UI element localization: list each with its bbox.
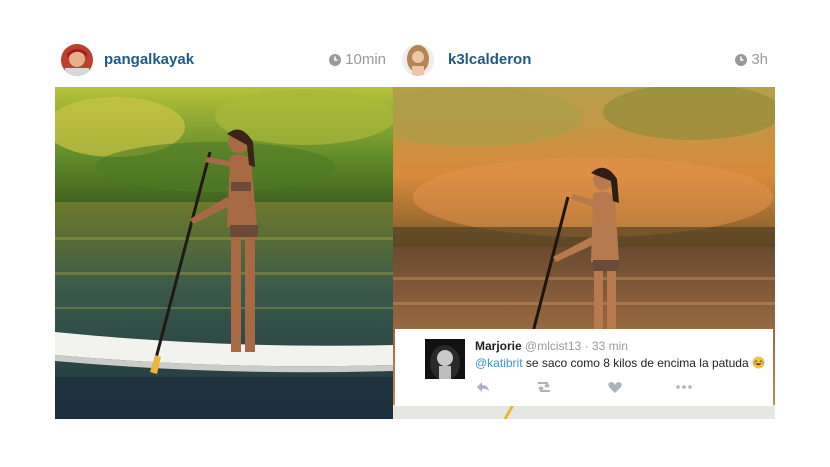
reply-icon[interactable] bbox=[475, 378, 491, 396]
post-header: pangalkayak 10min bbox=[55, 40, 393, 80]
tweet-handle[interactable]: @mlcist13 bbox=[525, 339, 581, 353]
tweet-time[interactable]: 33 min bbox=[592, 339, 628, 353]
post-photo[interactable]: Marjorie @mlcist13 · 33 min @katibrit se… bbox=[393, 87, 775, 419]
time-label: 10min bbox=[345, 51, 386, 68]
user-avatar[interactable] bbox=[402, 44, 434, 76]
user-avatar[interactable] bbox=[61, 44, 93, 76]
more-icon[interactable] bbox=[675, 378, 693, 396]
tweet-actions bbox=[475, 378, 705, 396]
username[interactable]: k3lcalderon bbox=[448, 51, 531, 68]
clock-icon bbox=[735, 53, 748, 66]
post-header: k3lcalderon 3h bbox=[393, 40, 775, 80]
tweet-separator: · bbox=[584, 339, 589, 353]
timestamp: 10min bbox=[328, 51, 386, 68]
tweet-avatar[interactable] bbox=[425, 339, 465, 379]
tweet-mention[interactable]: @katibrit bbox=[475, 356, 523, 370]
username[interactable]: pangalkayak bbox=[104, 51, 194, 68]
tweet-text: @katibrit se saco como 8 kilos de encima… bbox=[475, 356, 765, 370]
timestamp: 3h bbox=[734, 51, 768, 68]
retweet-icon[interactable] bbox=[535, 378, 553, 396]
tweet-header: Marjorie @mlcist13 · 33 min bbox=[475, 339, 628, 353]
time-label: 3h bbox=[751, 51, 768, 68]
tweet-card: Marjorie @mlcist13 · 33 min @katibrit se… bbox=[395, 329, 773, 406]
heart-icon[interactable] bbox=[607, 378, 623, 396]
tweet-author-name[interactable]: Marjorie bbox=[475, 339, 522, 353]
tweet-body: se saco como 8 kilos de encima la patuda bbox=[522, 356, 752, 370]
laughing-emoji-icon bbox=[752, 356, 765, 369]
clock-icon bbox=[329, 53, 342, 66]
post-photo[interactable] bbox=[55, 87, 393, 419]
